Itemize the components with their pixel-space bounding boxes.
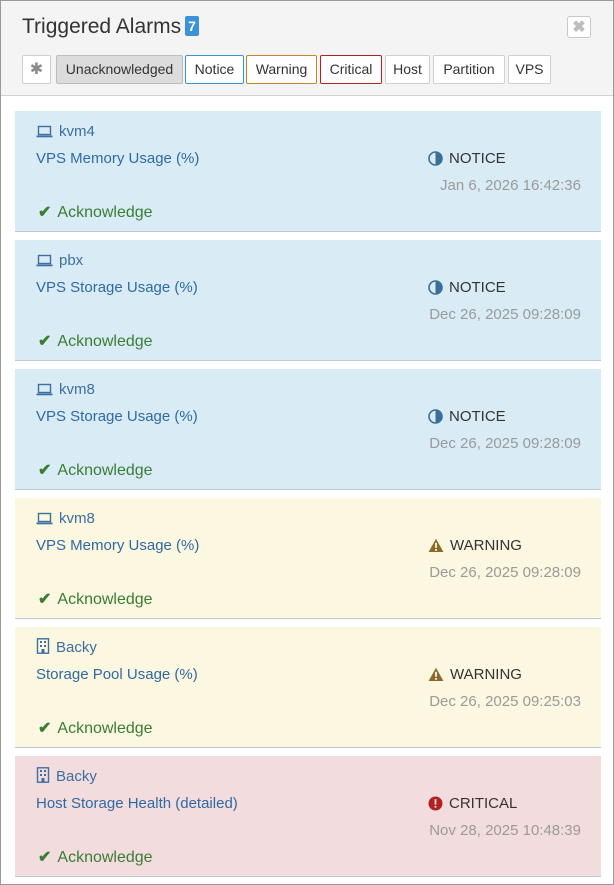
check-icon: ✔ [38, 333, 52, 350]
alarm-level: NOTICE [428, 277, 506, 299]
alarm-card: Backy Host Storage Health (detailed) CRI… [15, 756, 601, 877]
warning-triangle-icon [428, 538, 444, 552]
alarm-host-link[interactable]: kvm8 [36, 379, 95, 401]
alarm-level: CRITICAL [428, 793, 517, 815]
alarm-metric-link[interactable]: VPS Storage Usage (%) [36, 277, 198, 299]
alarm-metric-link[interactable]: Storage Pool Usage (%) [36, 664, 198, 686]
filter-warning-button[interactable]: Warning [246, 55, 317, 84]
check-icon: ✔ [38, 720, 52, 737]
alarm-level-text: WARNING [450, 537, 522, 554]
alarm-timestamp: Dec 26, 2025 09:25:03 [429, 693, 581, 710]
warning-triangle-icon [428, 667, 444, 681]
alarm-host-name: kvm8 [59, 381, 95, 398]
alarm-host-name: kvm4 [59, 123, 95, 140]
alarm-level: WARNING [428, 535, 522, 557]
alarm-host-link[interactable]: Backy [36, 766, 97, 788]
acknowledge-button[interactable]: ✔ Acknowledge [38, 589, 153, 611]
acknowledge-label: Acknowledge [57, 849, 153, 866]
alarm-level: NOTICE [428, 406, 506, 428]
alarm-host-link[interactable]: pbx [36, 250, 83, 272]
acknowledge-label: Acknowledge [57, 720, 153, 737]
alarm-level-text: NOTICE [449, 150, 506, 167]
laptop-icon [36, 254, 53, 267]
check-icon: ✔ [38, 462, 52, 479]
alarm-host-name: kvm8 [59, 510, 95, 527]
triggered-alarms-panel: Triggered Alarms 7 ✖ ✱ Unacknowledged Not… [0, 0, 614, 885]
laptop-icon [36, 512, 53, 525]
alarm-timestamp: Dec 26, 2025 09:28:09 [429, 435, 581, 452]
filter-partition-button[interactable]: Partition [433, 55, 505, 84]
acknowledge-button[interactable]: ✔ Acknowledge [38, 718, 153, 740]
alarm-level-text: CRITICAL [449, 795, 518, 812]
filter-notice-button[interactable]: Notice [185, 55, 244, 84]
filter-critical-button[interactable]: Critical [320, 55, 382, 84]
alarm-host-link[interactable]: kvm4 [36, 121, 95, 143]
acknowledge-button[interactable]: ✔ Acknowledge [38, 460, 153, 482]
check-icon: ✔ [38, 204, 52, 221]
acknowledge-label: Acknowledge [57, 462, 153, 479]
alarm-metric-link[interactable]: VPS Storage Usage (%) [36, 406, 198, 428]
close-icon[interactable]: ✖ [567, 16, 591, 38]
alarm-card: Backy Storage Pool Usage (%) WARNING Dec… [15, 627, 601, 748]
filter-host-button[interactable]: Host [385, 55, 430, 84]
exclamation-circle-icon [428, 796, 443, 811]
alarm-card: pbx VPS Storage Usage (%) NOTICE Dec 26,… [15, 240, 601, 361]
laptop-icon [36, 383, 53, 396]
alarm-timestamp: Nov 28, 2025 10:48:39 [429, 822, 581, 839]
building-icon [36, 638, 50, 654]
panel-header: Triggered Alarms 7 ✖ ✱ Unacknowledged Not… [1, 1, 613, 96]
half-circle-icon [428, 280, 443, 295]
half-circle-icon [428, 409, 443, 424]
check-icon: ✔ [38, 849, 52, 866]
alarm-metric-link[interactable]: Host Storage Health (detailed) [36, 793, 238, 815]
alarm-metric-link[interactable]: VPS Memory Usage (%) [36, 148, 199, 170]
filter-vps-button[interactable]: VPS [508, 55, 551, 84]
alarm-card: kvm8 VPS Storage Usage (%) NOTICE Dec 26… [15, 369, 601, 490]
alarm-timestamp: Jan 6, 2026 16:42:36 [440, 177, 581, 194]
alarm-level-text: NOTICE [449, 408, 506, 425]
filter-unacknowledged-button[interactable]: Unacknowledged [56, 55, 183, 84]
alarm-timestamp: Dec 26, 2025 09:28:09 [429, 306, 581, 323]
page-title: Triggered Alarms 7 [22, 13, 199, 41]
alarm-card: kvm4 VPS Memory Usage (%) NOTICE Jan 6, … [15, 111, 601, 232]
alarm-host-name: pbx [59, 252, 84, 269]
alarm-host-link[interactable]: Backy [36, 637, 97, 659]
alarm-host-name: Backy [56, 768, 97, 785]
building-icon [36, 767, 50, 783]
alarm-host-link[interactable]: kvm8 [36, 508, 95, 530]
alarm-card: kvm8 VPS Memory Usage (%) WARNING Dec 26… [15, 498, 601, 619]
alarm-metric-link[interactable]: VPS Memory Usage (%) [36, 535, 199, 557]
laptop-icon [36, 125, 53, 138]
alarm-timestamp: Dec 26, 2025 09:28:09 [429, 564, 581, 581]
acknowledge-label: Acknowledge [57, 204, 153, 221]
filter-all-button[interactable]: ✱ [22, 55, 51, 84]
alarm-level: WARNING [428, 664, 522, 686]
acknowledge-button[interactable]: ✔ Acknowledge [38, 202, 153, 224]
acknowledge-label: Acknowledge [57, 591, 153, 608]
check-icon: ✔ [38, 591, 52, 608]
acknowledge-button[interactable]: ✔ Acknowledge [38, 847, 153, 869]
title-text: Triggered Alarms [22, 15, 182, 38]
alarm-level-text: WARNING [450, 666, 522, 683]
acknowledge-label: Acknowledge [57, 333, 153, 350]
alarm-level: NOTICE [428, 148, 506, 170]
half-circle-icon [428, 151, 443, 166]
alarm-host-name: Backy [56, 639, 97, 656]
alarm-level-text: NOTICE [449, 279, 506, 296]
alarm-count-badge: 7 [185, 16, 199, 36]
acknowledge-button[interactable]: ✔ Acknowledge [38, 331, 153, 353]
